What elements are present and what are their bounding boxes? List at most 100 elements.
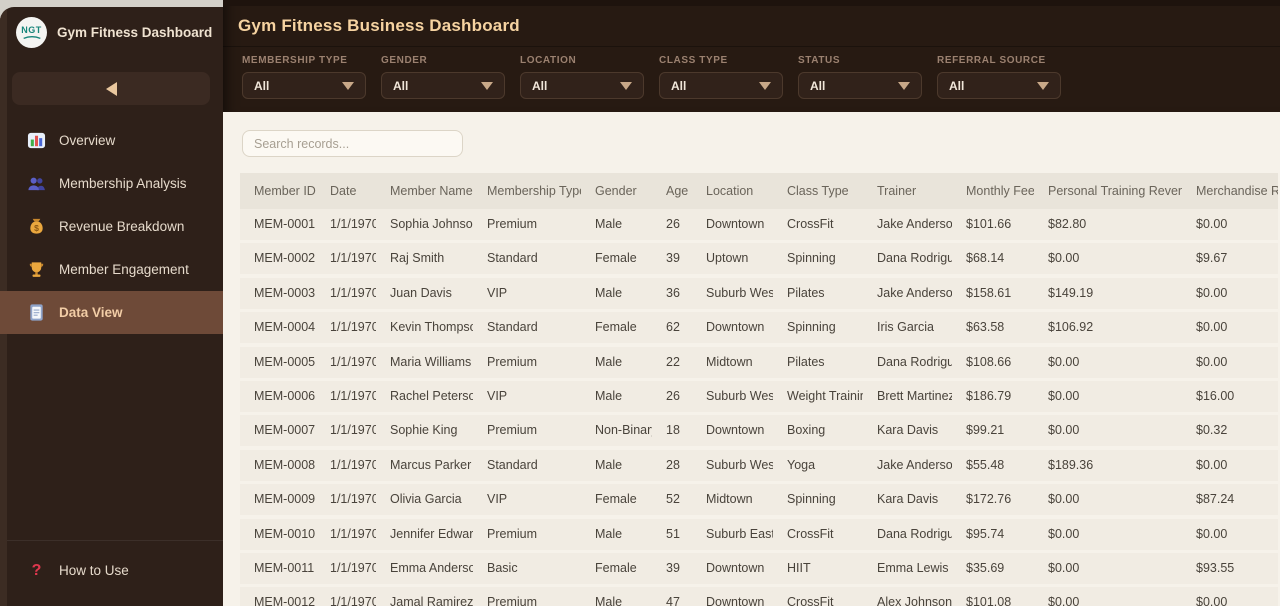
table-cell: Midtown (706, 492, 753, 507)
table-cell: MEM-0012 (254, 595, 316, 606)
table-cell: $0.00 (1048, 595, 1080, 606)
table-cell: Emma Anderson (390, 560, 473, 575)
sidebar-item-member-engagement[interactable]: Member Engagement (0, 248, 223, 291)
dropdown-value: All (671, 78, 687, 93)
dropdown-value: All (532, 78, 548, 93)
table-row: MEM-0012 1/1/1970 Jamal Ramirez Premium Male… (240, 587, 1278, 606)
clipboard-icon (27, 303, 46, 322)
table-cell: 47 (666, 595, 680, 606)
table-cell: Dana Rodriguez (877, 251, 952, 266)
table-cell: Female (595, 251, 637, 266)
logo-text: NGT (21, 24, 42, 35)
table-cell: Premium (487, 526, 538, 541)
column-header: Merchandise Revenue (1196, 184, 1278, 198)
table-cell: $108.66 (966, 354, 1012, 369)
table-cell: Male (595, 526, 623, 541)
dropdown-value: All (254, 78, 270, 93)
sidebar-item-membership-analysis[interactable]: Membership Analysis (0, 162, 223, 205)
table-cell: Rachel Peterson (390, 388, 473, 403)
filter-membership-type: MEMBERSHIP TYPE All (242, 55, 366, 112)
collapse-arrow-icon (105, 81, 117, 96)
table-cell: 1/1/1970 (330, 388, 376, 403)
table-cell: Dana Rodriguez (877, 354, 952, 369)
chevron-down-icon (898, 81, 910, 90)
referral-source-dropdown[interactable]: All (937, 72, 1061, 99)
sidebar-item-how-to-use[interactable]: ? How to Use (0, 549, 223, 592)
column-header: Date (330, 184, 357, 198)
column-header: Personal Training Revenue (1048, 184, 1182, 198)
filter-location: LOCATION All (520, 55, 644, 112)
table-cell: 52 (666, 492, 680, 507)
table-cell: Non-Binary (595, 423, 652, 438)
table-cell: 1/1/1970 (330, 457, 376, 472)
sidebar-item-overview[interactable]: Overview (0, 119, 223, 162)
table-row: MEM-0009 1/1/1970 Olivia Garcia VIP Female 52… (240, 484, 1278, 516)
table-cell: $63.58 (966, 320, 1005, 335)
table-cell: Premium (487, 354, 538, 369)
column-header: Member Name (390, 184, 473, 198)
table-cell: $99.21 (966, 423, 1005, 438)
table-cell: Raj Smith (390, 251, 445, 266)
table-header-row: Member ID Date Member Name Membership Type G… (240, 173, 1278, 209)
table-cell: $0.32 (1196, 423, 1228, 438)
table-cell: $0.00 (1196, 457, 1228, 472)
search-input[interactable] (242, 130, 463, 157)
table-cell: 1/1/1970 (330, 354, 376, 369)
table-cell: Standard (487, 457, 538, 472)
sidebar-item-revenue-breakdown[interactable]: $ Revenue Breakdown (0, 205, 223, 248)
table-cell: $0.00 (1048, 251, 1080, 266)
sidebar-item-label: Data View (59, 305, 123, 320)
table-cell: Jamal Ramirez (390, 595, 473, 606)
sidebar-item-label: Overview (59, 133, 116, 148)
table-cell: Suburb East (706, 526, 773, 541)
table-row: MEM-0006 1/1/1970 Rachel Peterson VIP Male 26… (240, 380, 1278, 412)
filter-class-type: CLASS TYPE All (659, 55, 783, 112)
table-cell: Suburb West (706, 457, 773, 472)
column-header: Member ID (254, 184, 316, 198)
table-cell: Juan Davis (390, 285, 452, 300)
column-header: Age (666, 184, 689, 198)
logo-swoosh-icon (22, 35, 41, 39)
table-cell: Weight Training (787, 388, 863, 403)
title-band: Gym Fitness Business Dashboard (223, 0, 1280, 47)
gender-dropdown[interactable]: All (381, 72, 505, 99)
dropdown-value: All (949, 78, 965, 93)
table-cell: $9.67 (1196, 251, 1228, 266)
table-row: MEM-0001 1/1/1970 Sophia Johnson Premium Mal… (240, 209, 1278, 240)
table-cell: Downtown (706, 423, 765, 438)
main-area: Gym Fitness Business Dashboard MEMBERSHI… (223, 0, 1280, 606)
table-cell: $0.00 (1048, 560, 1080, 575)
table-cell: Female (595, 492, 637, 507)
table-cell: HIIT (787, 560, 811, 575)
class-type-dropdown[interactable]: All (659, 72, 783, 99)
table-cell: Marcus Parker (390, 457, 472, 472)
location-dropdown[interactable]: All (520, 72, 644, 99)
table-cell: 22 (666, 354, 680, 369)
table-cell: Sophie King (390, 423, 458, 438)
table-cell: MEM-0006 (254, 388, 316, 403)
table-cell: 26 (666, 388, 680, 403)
table-cell: Premium (487, 595, 538, 606)
table-cell: Suburb West (706, 388, 773, 403)
status-dropdown[interactable]: All (798, 72, 922, 99)
table-cell: Spinning (787, 492, 836, 507)
trophy-icon (27, 260, 46, 279)
table-cell: Spinning (787, 251, 836, 266)
column-header: Location (706, 184, 754, 198)
filter-gender: GENDER All (381, 55, 505, 112)
sidebar-item-label: Membership Analysis (59, 176, 187, 191)
table-cell: 1/1/1970 (330, 217, 376, 231)
table-cell: Jennifer Edwards (390, 526, 473, 541)
filter-label: GENDER (381, 55, 428, 66)
page-title: Gym Fitness Business Dashboard (238, 16, 520, 35)
sidebar-item-data-view[interactable]: Data View (0, 291, 223, 334)
table-cell: MEM-0003 (254, 285, 316, 300)
table-cell: Standard (487, 320, 538, 335)
table-cell: MEM-0010 (254, 526, 316, 541)
dropdown-value: All (393, 78, 409, 93)
membership-type-dropdown[interactable]: All (242, 72, 366, 99)
sidebar-collapse-button[interactable] (12, 72, 210, 105)
sidebar-footer: ? How to Use (0, 540, 223, 606)
sidebar-item-label: How to Use (59, 563, 129, 578)
table-row: MEM-0007 1/1/1970 Sophie King Premium Non-Bi… (240, 415, 1278, 447)
